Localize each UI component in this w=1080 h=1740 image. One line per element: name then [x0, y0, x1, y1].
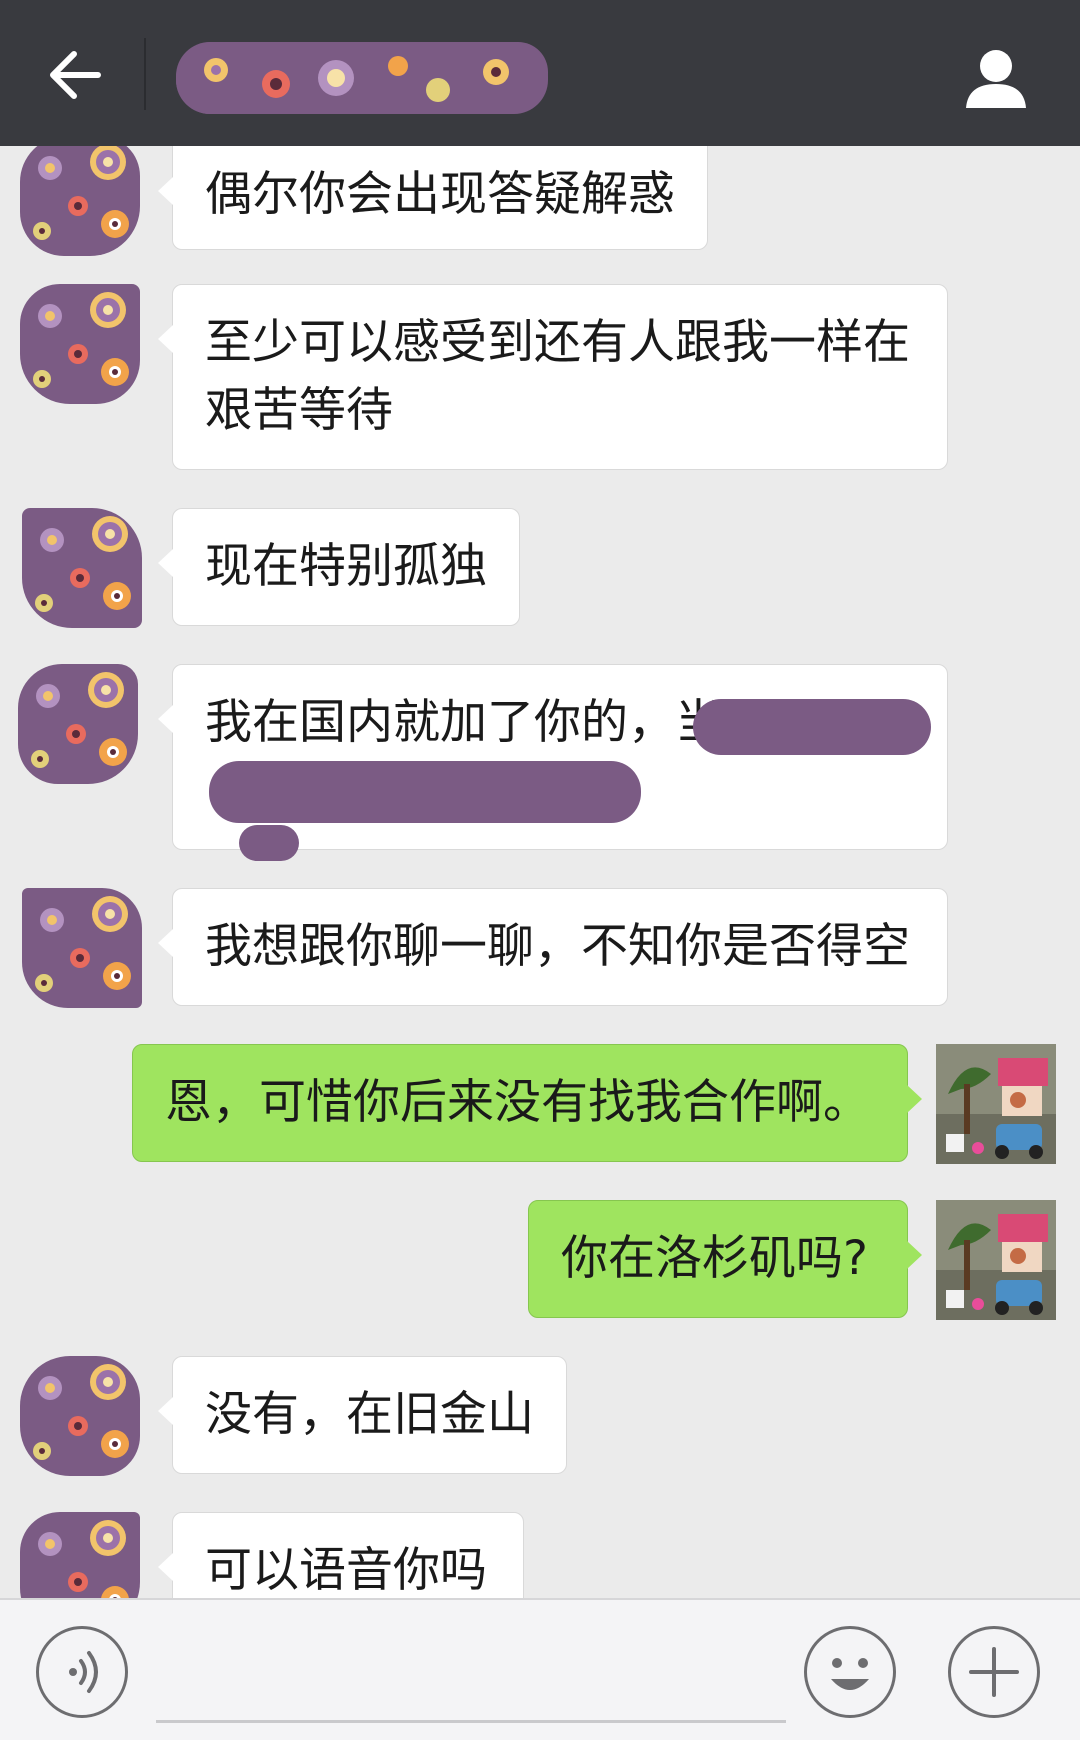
contact-avatar[interactable] [22, 888, 142, 1008]
incoming-message-bubble[interactable]: 至少可以感受到还有人跟我一样在 艰苦等待 [158, 284, 948, 470]
redaction-mark [209, 761, 641, 823]
emoji-icon [831, 1658, 869, 1690]
contact-avatar[interactable] [20, 1512, 140, 1598]
plus-icon [969, 1647, 1019, 1697]
incoming-message-bubble[interactable]: 偶尔你会出现答疑解惑 [158, 146, 708, 250]
incoming-message-bubble[interactable]: 可以语音你吗 [158, 1512, 524, 1598]
message-text: 没有，在旧金山 [205, 1387, 534, 1442]
contact-avatar[interactable] [22, 508, 142, 628]
person-icon [966, 50, 1026, 108]
more-button[interactable] [948, 1626, 1040, 1718]
message-text: 现在特别孤独 [205, 539, 487, 594]
redaction-mark [693, 699, 931, 755]
contact-avatar[interactable] [20, 146, 140, 256]
contact-avatar[interactable] [20, 284, 140, 404]
incoming-message-bubble[interactable]: 没有，在旧金山 [158, 1356, 567, 1474]
incoming-message-bubble[interactable]: 我在国内就加了你的，当 [158, 664, 948, 861]
back-arrow-icon [50, 51, 101, 99]
outgoing-message-bubble[interactable]: 你在洛杉矶吗? [528, 1200, 922, 1318]
message-text: 偶尔你会出现答疑解惑 [205, 167, 675, 222]
chat-title-redacted [176, 42, 548, 114]
message-text: 恩，可惜你后来没有找我合作啊。 [165, 1075, 870, 1130]
message-text: 你在洛杉矶吗? [561, 1231, 868, 1286]
contact-avatar[interactable] [18, 664, 138, 784]
voice-button[interactable] [36, 1626, 128, 1718]
message-text: 可以语音你吗 [205, 1543, 487, 1598]
message-text: 我在国内就加了你的，当 [205, 695, 722, 750]
message-text: 我想跟你聊一聊，不知你是否得空 [205, 919, 910, 974]
voice-icon [69, 1651, 98, 1693]
chat-header [0, 0, 1080, 146]
redaction-mark [239, 825, 299, 861]
outgoing-message-bubble[interactable]: 恩，可惜你后来没有找我合作啊。 [132, 1044, 922, 1162]
my-avatar[interactable] [936, 1044, 1056, 1164]
input-bar [0, 1598, 1080, 1740]
back-button[interactable] [40, 40, 110, 110]
incoming-message-bubble[interactable]: 现在特别孤独 [158, 508, 520, 626]
message-text-line: 艰苦等待 [205, 383, 393, 438]
header-divider [144, 38, 146, 110]
emoji-button[interactable] [804, 1626, 896, 1718]
incoming-message-bubble[interactable]: 我想跟你聊一聊，不知你是否得空 [158, 888, 948, 1006]
message-input[interactable] [156, 1630, 786, 1723]
contact-avatar[interactable] [20, 1356, 140, 1476]
message-list[interactable]: 偶尔你会出现答疑解惑 至少可以感受到还有人跟我一样在 艰苦等待 现在特别孤独 我… [0, 146, 1080, 1598]
message-text-line: 至少可以感受到还有人跟我一样在 [205, 315, 910, 370]
my-avatar[interactable] [936, 1200, 1056, 1320]
chat-info-button[interactable] [960, 42, 1032, 114]
